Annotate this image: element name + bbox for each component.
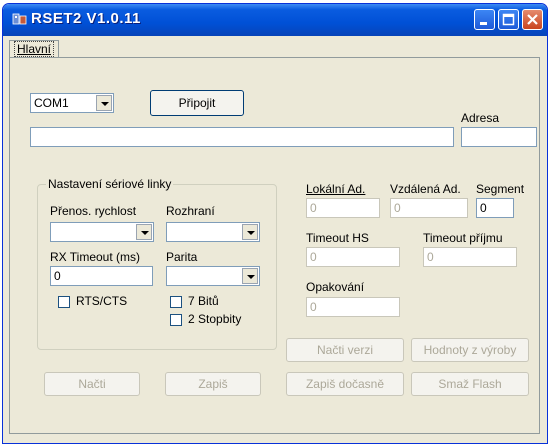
two-stopbits-label: 2 Stopbity xyxy=(188,312,242,326)
port-value: COM1 xyxy=(34,96,69,110)
minimize-icon xyxy=(480,22,487,25)
timeout-rx-label: Timeout příjmu xyxy=(423,231,503,245)
factory-values-button[interactable]: Hodnoty z výroby xyxy=(411,338,529,362)
timeout-rx-field[interactable]: 0 xyxy=(423,247,517,267)
minimize-button[interactable] xyxy=(474,9,495,30)
timeout-hs-field[interactable]: 0 xyxy=(306,247,400,267)
timeout-hs-label: Timeout HS xyxy=(306,231,369,245)
seven-bits-label: 7 Bitů xyxy=(188,294,219,308)
address-field[interactable] xyxy=(461,127,537,147)
segment-field[interactable]: 0 xyxy=(476,198,514,218)
parity-label: Parita xyxy=(166,250,198,264)
chevron-down-icon[interactable] xyxy=(136,224,152,240)
read-version-button[interactable]: Načti verzi xyxy=(286,338,404,362)
chevron-down-icon[interactable] xyxy=(242,224,258,240)
local-address-label: Lokální Ad. xyxy=(306,182,366,196)
chevron-down-icon[interactable] xyxy=(96,95,112,111)
chevron-down-icon[interactable] xyxy=(242,268,258,284)
write-button[interactable]: Zapiš xyxy=(165,372,261,396)
two-stopbits-checkbox[interactable] xyxy=(170,314,182,326)
app-window: RSET2 V1.0.11 Hlavní COM1 Připojit Adres… xyxy=(2,3,548,444)
retries-label: Opakování xyxy=(306,280,365,294)
title-bar[interactable]: RSET2 V1.0.11 xyxy=(3,4,547,36)
tab-label: Hlavní xyxy=(14,41,55,57)
erase-flash-button[interactable]: Smaž Flash xyxy=(411,372,529,396)
segment-label: Segment xyxy=(476,182,525,196)
connect-button[interactable]: Připojit xyxy=(150,90,244,116)
retries-field[interactable]: 0 xyxy=(306,297,400,317)
tab-hlavni[interactable]: Hlavní xyxy=(9,40,60,58)
baud-label: Přenos. rychlost xyxy=(50,204,137,218)
app-icon xyxy=(12,13,27,25)
status-field[interactable] xyxy=(30,127,454,147)
main-panel: COM1 Připojit Adresa Nastavení sériové l… xyxy=(9,57,540,434)
seven-bits-checkbox[interactable] xyxy=(170,296,182,308)
maximize-button[interactable] xyxy=(498,9,519,30)
read-button[interactable]: Načti xyxy=(44,372,140,396)
remote-address-field[interactable]: 0 xyxy=(390,198,468,218)
interface-label: Rozhraní xyxy=(166,204,215,218)
rts-cts-label: RTS/CTS xyxy=(76,294,128,308)
serial-settings-title: Nastavení sériové linky xyxy=(46,177,174,191)
port-select[interactable]: COM1 xyxy=(30,93,114,113)
write-temporary-button[interactable]: Zapiš dočasně xyxy=(286,372,404,396)
parity-select[interactable] xyxy=(166,266,260,286)
local-address-field[interactable]: 0 xyxy=(306,198,380,218)
rx-timeout-label: RX Timeout (ms) xyxy=(50,250,141,264)
window-title: RSET2 V1.0.11 xyxy=(31,10,141,27)
rx-timeout-field[interactable]: 0 xyxy=(50,266,153,286)
close-button[interactable] xyxy=(522,9,543,30)
address-label: Adresa xyxy=(461,111,500,125)
maximize-icon xyxy=(502,13,515,26)
baud-select[interactable] xyxy=(50,222,154,242)
rts-cts-checkbox[interactable] xyxy=(58,296,70,308)
interface-select[interactable] xyxy=(166,222,260,242)
remote-address-label: Vzdálená Ad. xyxy=(390,182,461,196)
close-icon xyxy=(527,14,538,25)
